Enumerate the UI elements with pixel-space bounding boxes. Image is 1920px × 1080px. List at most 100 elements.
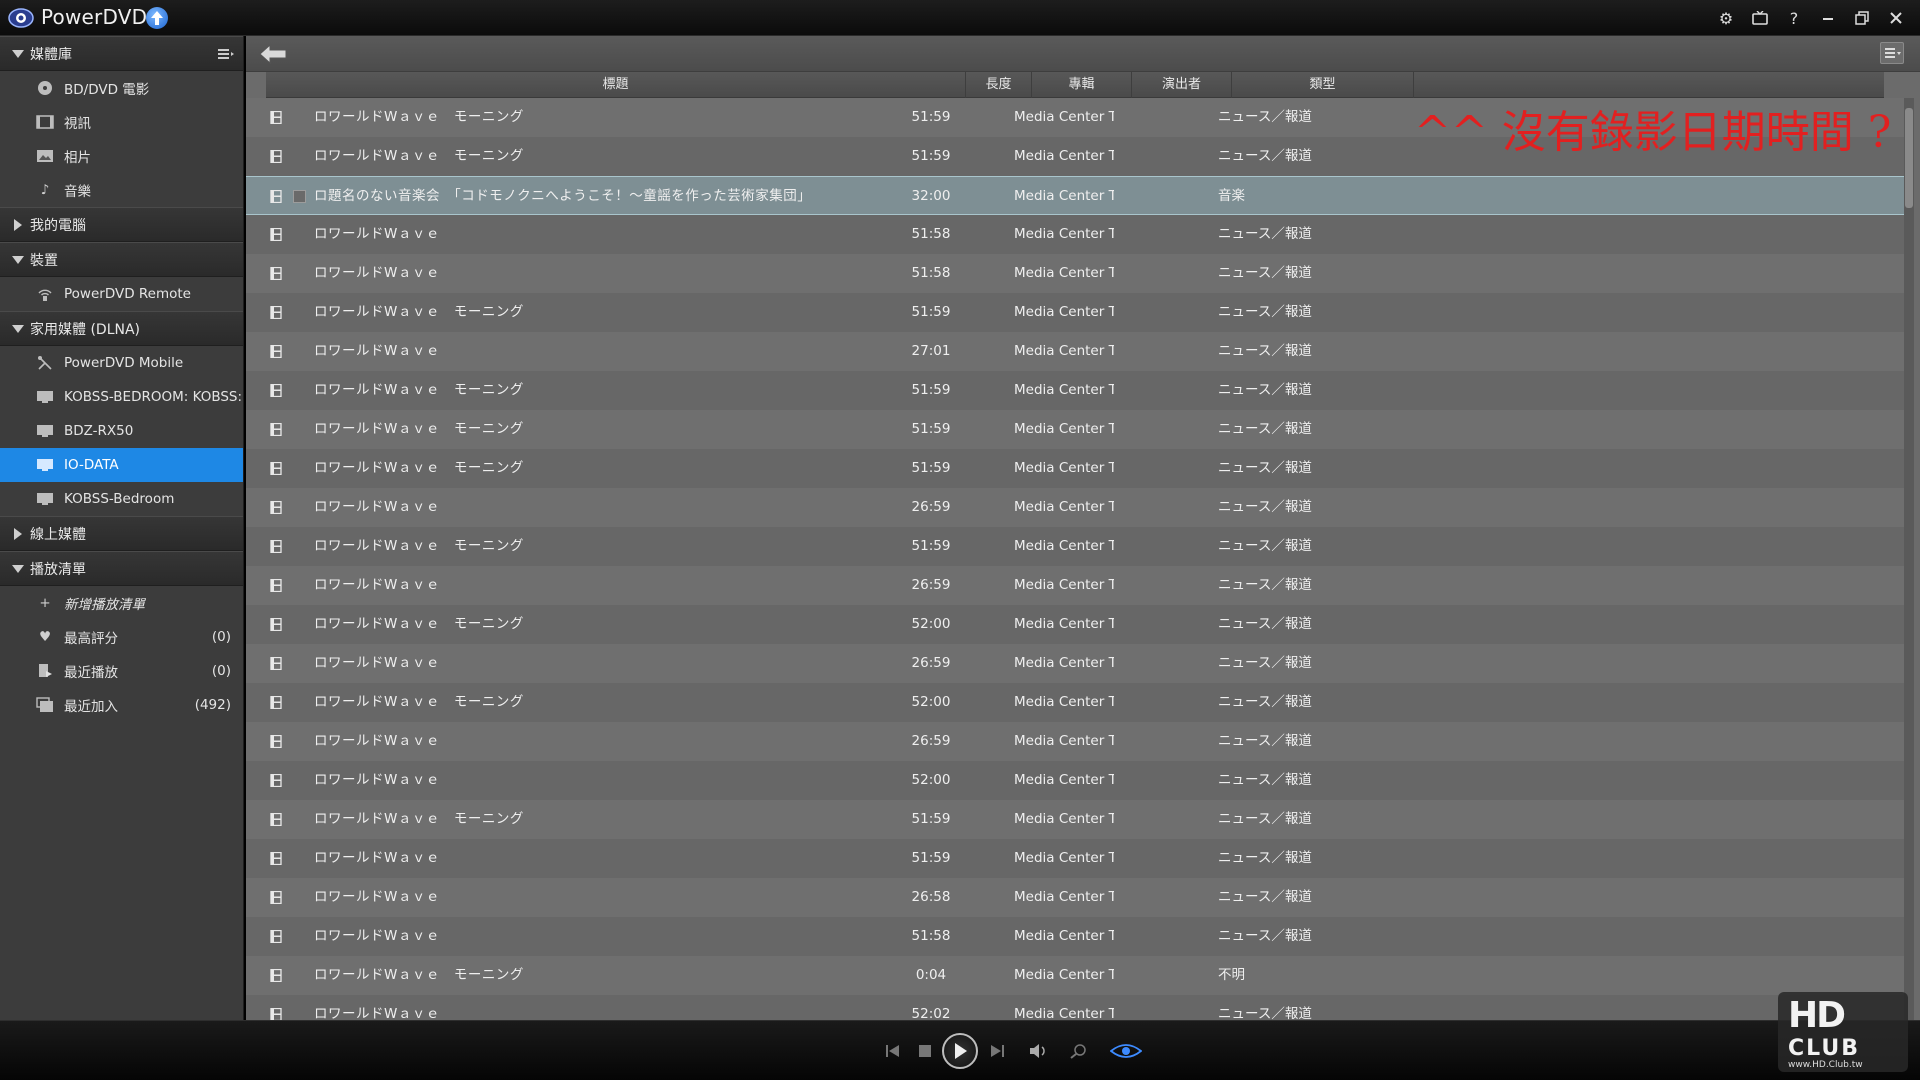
row-title: ロワールドWａｖｅ [314,733,440,749]
table-row[interactable]: ロワールドWａｖｅ モーニング 51:59 Media Center T ニュース／報… [246,449,1906,488]
sidebar-item-photo[interactable]: 相片 [0,139,243,173]
video-file-icon [270,656,282,671]
previous-track-icon[interactable] [878,1021,908,1080]
column-header-length[interactable]: 長度 [966,72,1032,98]
sidebar-item-recently-played[interactable]: 最近播放 (0) [0,654,243,688]
column-header-album[interactable]: 專輯 [1032,72,1132,98]
vertical-scrollbar[interactable] [1904,98,1914,1020]
next-track-icon[interactable] [982,1021,1012,1080]
table-row[interactable]: ロワールドWａｖｅ モーニング 0:04 Media Center T 不明 [246,956,1906,995]
section-devices[interactable]: 裝置 [0,242,243,277]
update-arrow-icon[interactable] [146,7,168,29]
table-row[interactable]: ロワールドWａｖｅ 52:02 Media Center T ニュース／報道 [246,995,1906,1020]
table-row[interactable]: ロワールドWａｖｅ 26:58 Media Center T ニュース／報道 [246,878,1906,917]
tv-mode-icon[interactable] [1748,6,1772,30]
stop-icon[interactable] [910,1021,940,1080]
sidebar-item-video[interactable]: 視訊 [0,105,243,139]
expand-triangle-icon [12,255,24,264]
video-file-icon [270,500,282,515]
sidebar-item-kobss-bedroom-server[interactable]: KOBSS-BEDROOM: KOBSS: [0,380,243,414]
table-row[interactable]: ロワールドWａｖｅ モーニング 52:00 Media Center T ニュース／報… [246,683,1906,722]
trueTheater-eye-icon[interactable] [1106,1021,1146,1080]
row-title: ロワールドWａｖｅ モーニング [314,148,524,164]
column-header-title[interactable]: 標題 [266,72,966,98]
row-album: Media Center T [1014,616,1114,632]
photo-icon [36,148,54,164]
scrollbar-thumb[interactable] [1905,108,1913,208]
sidebar-menu-icon[interactable] [217,46,235,62]
sidebar-item-top-rated[interactable]: ♥ 最高評分 (0) [0,620,243,654]
sidebar-item-powerdvd-mobile[interactable]: PowerDVD Mobile [0,346,243,380]
table-row[interactable]: ロワールドWａｖｅ モーニング 51:59 Media Center T ニュース／報… [246,800,1906,839]
sidebar-item-powerdvd-remote[interactable]: PowerDVD Remote [0,277,243,311]
table-row[interactable]: ロワールドWａｖｅ 26:59 Media Center T ニュース／報道 [246,722,1906,761]
row-length: 51:59 [911,304,951,320]
row-album: Media Center T [1014,499,1114,515]
section-online-media[interactable]: 線上媒體 [0,516,243,551]
video-file-icon [270,227,282,242]
row-album: Media Center T [1014,538,1114,554]
column-header-artist[interactable]: 演出者 [1132,72,1232,98]
row-album: Media Center T [1014,109,1114,125]
row-album: Media Center T [1014,733,1114,749]
row-checkbox[interactable] [293,190,306,203]
play-button[interactable] [940,1021,980,1080]
help-icon[interactable]: ? [1782,6,1806,30]
table-row[interactable]: ロワールドWａｖｅ モーニング 51:59 Media Center T ニュース／報… [246,527,1906,566]
table-row[interactable]: ロワールドWａｖｅ 51:58 Media Center T ニュース／報道 [246,917,1906,956]
close-icon[interactable] [1884,6,1908,30]
table-row[interactable]: ロ題名のない音楽会 「コドモノクニへようこそ！～童謡を作った芸術家集団」 32:0… [246,176,1906,215]
table-row[interactable]: ロワールドWａｖｅ モーニング 51:59 Media Center T ニュース／報… [246,371,1906,410]
row-title: ロ題名のない音楽会 「コドモノクニへようこそ！～童謡を作った芸術家集団」 [314,188,812,204]
zoom-icon[interactable] [1064,1021,1094,1080]
row-album: Media Center T [1014,382,1114,398]
table-row[interactable]: ロワールドWａｖｅ 52:00 Media Center T ニュース／報道 [246,761,1906,800]
row-genre: ニュース／報道 [1218,343,1312,359]
table-row[interactable]: ロワールドWａｖｅ 26:59 Media Center T ニュース／報道 [246,644,1906,683]
sidebar-item-bd-dvd[interactable]: BD/DVD 電影 [0,71,243,105]
heart-icon: ♥ [38,629,52,645]
table-row[interactable]: ロワールドWａｖｅ 51:59 Media Center T ニュース／報道 [246,839,1906,878]
column-header-genre[interactable]: 類型 [1232,72,1414,98]
table-row[interactable]: ロワールドWａｖｅ 26:59 Media Center T ニュース／報道 [246,566,1906,605]
section-my-computer[interactable]: 我的電腦 [0,207,243,242]
annotation-text: ^^ 沒有錄影日期時間 ? [1414,107,1892,158]
row-genre: ニュース／報道 [1218,811,1312,827]
table-row[interactable]: ロワールドWａｖｅ モーニング 52:00 Media Center T ニュース／報… [246,605,1906,644]
section-home-media-dlna[interactable]: 家用媒體 (DLNA) [0,311,243,346]
restore-icon[interactable] [1850,6,1874,30]
table-row[interactable]: ロワールドWａｖｅ 26:59 Media Center T ニュース／報道 [246,488,1906,527]
table-row[interactable]: ロワールドWａｖｅ 27:01 Media Center T ニュース／報道 [246,332,1906,371]
minimize-icon[interactable] [1816,6,1840,30]
table-row[interactable]: ロワールドWａｖｅ 51:58 Media Center T ニュース／報道 [246,215,1906,254]
window-controls: ⚙ ? [1714,6,1908,30]
section-playlists[interactable]: 播放清單 [0,551,243,586]
table-row[interactable]: ロワールドWａｖｅ モーニング 51:59 Media Center T ニュース／報… [246,293,1906,332]
sidebar-item-io-data[interactable]: IO-DATA [0,448,243,482]
disc-icon [36,80,54,96]
item-count: (0) [211,663,231,679]
row-album: Media Center T [1014,811,1114,827]
video-file-icon [270,812,282,827]
sidebar-item-kobss-bedroom[interactable]: KOBSS-Bedroom [0,482,243,516]
view-options-icon[interactable] [1880,42,1904,64]
video-file-icon [270,461,282,476]
sidebar-item-music[interactable]: ♪ 音樂 [0,173,243,207]
sidebar-item-new-playlist[interactable]: + 新增播放清單 [0,586,243,620]
sidebar-item-bdz-rx50[interactable]: BDZ-RX50 [0,414,243,448]
table-row[interactable]: ロワールドWａｖｅ 51:58 Media Center T ニュース／報道 [246,254,1906,293]
row-length: 26:59 [911,733,951,749]
row-length: 51:59 [911,421,951,437]
section-media-library[interactable]: 媒體庫 [0,36,243,71]
sidebar-item-recently-added[interactable]: 最近加入 (492) [0,688,243,722]
monitor-icon [36,389,54,405]
row-album: Media Center T [1014,1006,1114,1020]
volume-icon[interactable] [1024,1021,1054,1080]
back-arrow-icon[interactable] [258,43,288,65]
table-row[interactable]: ロワールドWａｖｅ モーニング 51:59 Media Center T ニュース／報… [246,410,1906,449]
row-genre: ニュース／報道 [1218,928,1312,944]
row-genre: ニュース／報道 [1218,148,1312,164]
row-title: ロワールドWａｖｅ [314,499,440,515]
settings-gear-icon[interactable]: ⚙ [1714,6,1738,30]
row-title: ロワールドWａｖｅ [314,226,440,242]
